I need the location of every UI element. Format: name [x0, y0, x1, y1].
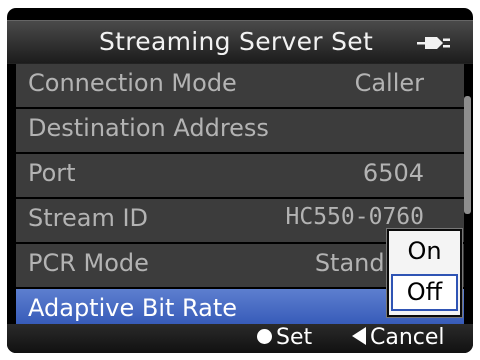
menu-item-port[interactable]: Port 6504 — [16, 154, 464, 197]
set-label: Set — [276, 325, 313, 350]
menu-item-destination-address[interactable]: Destination Address — [16, 109, 464, 152]
cancel-button[interactable]: Cancel — [352, 325, 445, 350]
option-off[interactable]: Off — [391, 274, 458, 311]
menu-item-label: Port — [28, 159, 76, 187]
power-plug-icon — [417, 37, 450, 49]
cancel-label: Cancel — [370, 325, 445, 350]
button-guide-bar: Set Cancel — [7, 324, 473, 353]
menu-item-value: Caller — [354, 69, 424, 97]
option-dropdown: On Off — [387, 229, 462, 317]
menu-item-label: PCR Mode — [28, 249, 149, 277]
left-arrow-icon — [352, 327, 366, 345]
menu-item-label: Stream ID — [28, 204, 149, 232]
set-button[interactable]: Set — [257, 325, 312, 350]
menu-item-label: Adaptive Bit Rate — [28, 294, 238, 322]
menu-item-connection-mode[interactable]: Connection Mode Caller — [16, 64, 464, 107]
menu-item-value: HC550-0760 — [285, 204, 424, 230]
scrollbar[interactable] — [464, 96, 471, 214]
menu-title-bar: Streaming Server Set — [7, 20, 473, 64]
circle-icon — [257, 328, 272, 344]
menu-item-label: Connection Mode — [28, 69, 237, 97]
menu-item-label: Destination Address — [28, 114, 269, 142]
menu-item-value: 6504 — [362, 159, 424, 187]
page-title: Streaming Server Set — [99, 27, 374, 56]
text-overflow-fade — [294, 109, 464, 152]
option-on[interactable]: On — [391, 233, 458, 270]
